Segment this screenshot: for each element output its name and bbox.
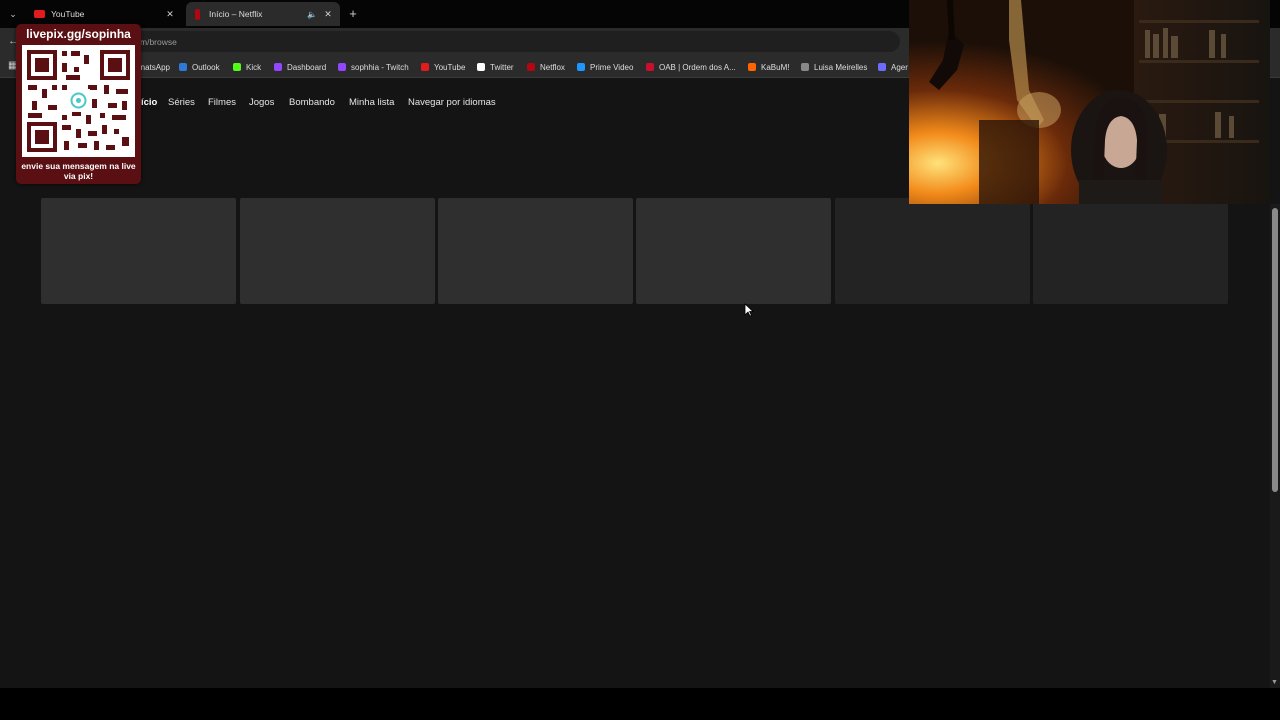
qr-code-graphic [22,45,135,157]
tab-title: YouTube [51,9,85,19]
bookmark-item[interactable]: Outlook [179,61,220,73]
bookmark-label: Ager [891,62,908,72]
new-tab-plus-icon[interactable]: + [346,6,360,21]
tab-youtube[interactable]: YouTube ✕ [28,2,182,26]
nav-series[interactable]: Séries [168,97,195,108]
nav-filmes[interactable]: Filmes [208,97,236,108]
bottom-strip [0,688,1280,720]
bookmark-label: Netflox [540,62,565,72]
bookmark-item[interactable]: Luisa Meirelles [801,61,867,73]
placeholder-tile[interactable] [835,198,1030,304]
netflix-icon [527,63,535,71]
bookmark-item[interactable]: OAB | Ordem dos A... [646,61,736,73]
bookmark-label: YouTube [434,62,466,72]
nav-jogos[interactable]: Jogos [249,97,274,108]
bookmark-label: OAB | Ordem dos A... [659,62,736,72]
kick-icon [233,63,241,71]
bookmark-label: Outlook [192,62,220,72]
scrollbar-thumb[interactable] [1272,208,1278,492]
close-icon[interactable]: ✕ [322,9,334,20]
screen: ⌄ YouTube ✕ Início – Netflix 🔈 ✕ + ← m/b… [0,0,1280,720]
url-text[interactable]: m/browse [140,37,177,47]
bookmark-label: Prime Video [590,62,634,72]
bookmark-label: natsApp [140,62,170,72]
outlook-icon [179,63,187,71]
vertical-scrollbar[interactable] [1270,204,1280,690]
tab-title: Início – Netflix [209,9,263,19]
bookmark-label: Kick [246,62,262,72]
tab-search-chevron-icon[interactable]: ⌄ [3,4,23,24]
bookmark-item[interactable]: Kick [233,61,261,73]
bookmark-label: Dashboard [287,62,327,72]
bookmark-item[interactable]: Netflox [527,61,565,73]
speaker-icon[interactable]: 🔈 [306,10,318,19]
bookmark-item[interactable]: KaBuM! [748,61,789,73]
webcam-overlay [909,0,1270,204]
qr-code [22,45,135,157]
livepix-qr-overlay: livepix.gg/sopinha envie sua mensagem na… [16,24,141,184]
bookmark-label: Twitter [490,62,514,72]
scroll-down-arrow-icon[interactable]: ▼ [1271,679,1278,686]
webcam-feed-image [909,0,1270,204]
twitch-icon [274,63,282,71]
bookmark-item[interactable]: Twitter [477,61,514,73]
nav-bombando[interactable]: Bombando [289,97,335,108]
placeholder-tile[interactable] [438,198,633,304]
nav-minha-lista[interactable]: Minha lista [349,97,394,108]
prime-video-icon [577,63,585,71]
oab-icon [646,63,654,71]
bookmark-item[interactable]: Prime Video [577,61,633,73]
site-icon [801,63,809,71]
site-icon [878,63,886,71]
nav-navegar-por-idiomas[interactable]: Navegar por idiomas [408,97,496,108]
x-icon [477,63,485,71]
mouse-cursor [744,303,755,322]
placeholder-tile[interactable] [636,198,831,304]
close-icon[interactable]: ✕ [164,9,176,20]
qr-caption: envie sua mensagem na live via pix! [21,161,136,181]
youtube-icon [421,63,429,71]
netflix-icon [195,8,200,20]
cursor-arrow-icon [744,303,755,317]
bookmark-item[interactable]: Ager [878,61,908,73]
kabum-icon [748,63,756,71]
twitch-icon [338,63,346,71]
tab-netflix[interactable]: Início – Netflix 🔈 ✕ [186,2,340,26]
placeholder-tile[interactable] [1033,198,1228,304]
bookmark-item[interactable]: sophhia - Twitch [338,61,409,73]
qr-title: livepix.gg/sopinha [26,27,131,41]
bookmark-item[interactable]: Dashboard [274,61,326,73]
bookmark-label: sophhia - Twitch [351,62,409,72]
bookmark-label: Luisa Meirelles [814,62,868,72]
bookmark-label: KaBuM! [761,62,790,72]
youtube-icon [34,10,45,18]
bookmark-item[interactable]: YouTube [421,61,465,73]
placeholder-tile[interactable] [240,198,435,304]
nav-inicio[interactable]: ício [141,97,157,108]
placeholder-tile[interactable] [41,198,236,304]
